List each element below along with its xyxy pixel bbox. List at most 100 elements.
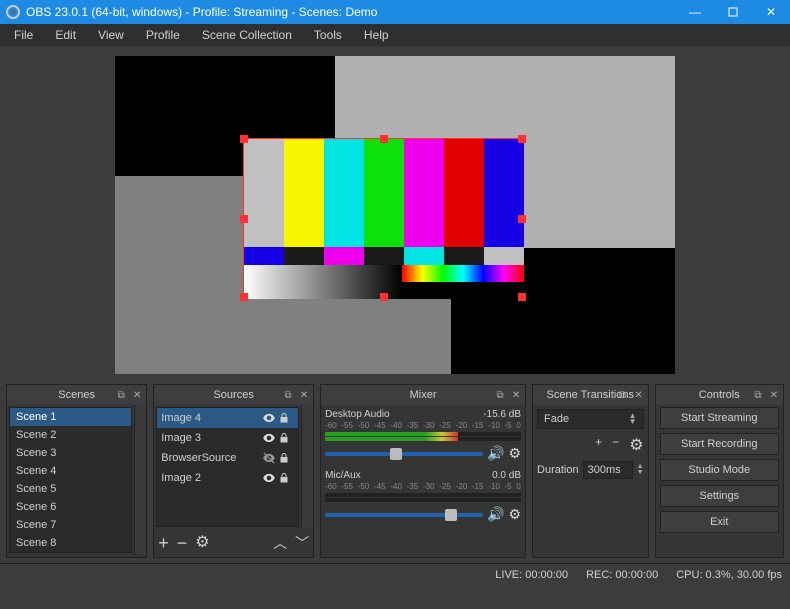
remove-transition-button[interactable]: − bbox=[612, 435, 619, 455]
source-item[interactable]: BrowserSource bbox=[157, 448, 298, 468]
resize-handle[interactable] bbox=[240, 215, 248, 223]
close-panel-icon[interactable]: ✕ bbox=[130, 388, 144, 402]
lock-icon[interactable] bbox=[278, 452, 294, 464]
mixer-channel: Desktop Audio-15.6 dB-60-55-50-45-40-35-… bbox=[325, 409, 521, 462]
controls-panel-header: Controls ⧉ ✕ bbox=[656, 385, 783, 405]
scene-item[interactable]: Scene 2 bbox=[10, 426, 131, 444]
menu-help[interactable]: Help bbox=[354, 26, 399, 44]
menu-profile[interactable]: Profile bbox=[136, 26, 190, 44]
move-up-button[interactable]: ︿ bbox=[273, 536, 287, 550]
scene-item[interactable]: Scene 5 bbox=[10, 480, 131, 498]
scene-item[interactable]: Scene 8 bbox=[10, 534, 131, 552]
gradient-bar bbox=[244, 265, 402, 299]
source-properties-button[interactable]: ⚙ bbox=[195, 535, 209, 551]
scene-item[interactable]: Scene 4 bbox=[10, 462, 131, 480]
menu-tools[interactable]: Tools bbox=[304, 26, 352, 44]
scenes-panel: Scenes ⧉ ✕ Scene 1Scene 2Scene 3Scene 4S… bbox=[6, 384, 147, 558]
resize-handle[interactable] bbox=[380, 135, 388, 143]
sources-list[interactable]: Image 4 Image 3 BrowserSourceImage 2 bbox=[156, 407, 299, 527]
close-panel-icon[interactable]: ✕ bbox=[632, 388, 646, 402]
source-item[interactable]: Image 4 bbox=[157, 408, 298, 428]
undock-icon[interactable]: ⧉ bbox=[616, 388, 630, 402]
eye-icon[interactable] bbox=[262, 411, 278, 425]
transitions-panel: Scene Transitions ⧉ ✕ Fade ▲▼ + − ⚙ Dura… bbox=[532, 384, 649, 558]
undock-icon[interactable]: ⧉ bbox=[281, 388, 295, 402]
remove-source-button[interactable]: − bbox=[177, 534, 188, 552]
menu-edit[interactable]: Edit bbox=[45, 26, 86, 44]
mixer-panel: Mixer ⧉ ✕ Desktop Audio-15.6 dB-60-55-50… bbox=[320, 384, 526, 558]
move-down-button[interactable]: ﹀ bbox=[295, 536, 309, 550]
gear-icon[interactable]: ⚙ bbox=[508, 445, 521, 462]
source-image-4-selection[interactable] bbox=[243, 138, 523, 298]
dock-panels: Scenes ⧉ ✕ Scene 1Scene 2Scene 3Scene 4S… bbox=[0, 384, 790, 558]
lock-icon[interactable] bbox=[278, 412, 294, 424]
duration-label: Duration bbox=[537, 464, 579, 476]
start-streaming-button[interactable]: Start Streaming bbox=[660, 407, 779, 429]
undock-icon[interactable]: ⧉ bbox=[114, 388, 128, 402]
eye-icon[interactable] bbox=[262, 471, 278, 485]
volume-slider[interactable] bbox=[325, 452, 483, 456]
start-recording-button[interactable]: Start Recording bbox=[660, 433, 779, 455]
updown-icon: ▲▼ bbox=[629, 413, 637, 425]
status-cpu: CPU: 0.3%, 30.00 fps bbox=[676, 569, 782, 581]
minimize-button[interactable]: — bbox=[676, 0, 714, 24]
transition-select[interactable]: Fade ▲▼ bbox=[537, 409, 644, 429]
resize-handle[interactable] bbox=[518, 215, 526, 223]
colorbar bbox=[484, 139, 524, 247]
eye-off-icon[interactable] bbox=[262, 451, 278, 465]
source-name: Image 4 bbox=[161, 412, 262, 424]
source-item[interactable]: Image 2 bbox=[157, 468, 298, 488]
close-panel-icon[interactable]: ✕ bbox=[767, 388, 781, 402]
level-meter bbox=[325, 432, 521, 436]
menu-file[interactable]: File bbox=[4, 26, 43, 44]
scene-item[interactable]: Scene 1 bbox=[10, 408, 131, 426]
scenes-list[interactable]: Scene 1Scene 2Scene 3Scene 4Scene 5Scene… bbox=[9, 407, 132, 553]
speaker-icon[interactable]: 🔊 bbox=[487, 445, 504, 462]
close-button[interactable]: ✕ bbox=[752, 0, 790, 24]
studio-mode-button[interactable]: Studio Mode bbox=[660, 459, 779, 481]
preview-canvas[interactable] bbox=[115, 56, 675, 374]
resize-handle[interactable] bbox=[518, 293, 526, 301]
eye-icon[interactable] bbox=[262, 431, 278, 445]
source-item[interactable]: Image 3 bbox=[157, 428, 298, 448]
scrollbar[interactable] bbox=[301, 405, 313, 529]
undock-icon[interactable]: ⧉ bbox=[493, 388, 507, 402]
add-source-button[interactable]: + bbox=[158, 534, 169, 552]
transitions-panel-header: Scene Transitions ⧉ ✕ bbox=[533, 385, 648, 405]
controls-panel: Controls ⧉ ✕ Start Streaming Start Recor… bbox=[655, 384, 784, 558]
volume-slider[interactable] bbox=[325, 513, 483, 517]
menu-scene-collection[interactable]: Scene Collection bbox=[192, 26, 302, 44]
scene-item[interactable]: Scene 7 bbox=[10, 516, 131, 534]
scenes-toolbar: + − ︿ ﹀ bbox=[7, 555, 146, 557]
colorbar bbox=[364, 139, 404, 247]
resize-handle[interactable] bbox=[240, 135, 248, 143]
colorbar bbox=[444, 247, 484, 265]
add-transition-button[interactable]: + bbox=[595, 435, 602, 455]
sources-panel-header: Sources ⧉ ✕ bbox=[154, 385, 313, 405]
lock-icon[interactable] bbox=[278, 472, 294, 484]
exit-button[interactable]: Exit bbox=[660, 511, 779, 533]
maximize-button[interactable] bbox=[714, 0, 752, 24]
resize-handle[interactable] bbox=[380, 293, 388, 301]
transition-properties-button[interactable]: ⚙ bbox=[629, 435, 643, 455]
source-name: Image 3 bbox=[161, 432, 262, 444]
scene-item[interactable]: Scene 3 bbox=[10, 444, 131, 462]
menu-view[interactable]: View bbox=[88, 26, 134, 44]
speaker-icon[interactable]: 🔊 bbox=[487, 506, 504, 523]
settings-button[interactable]: Settings bbox=[660, 485, 779, 507]
resize-handle[interactable] bbox=[240, 293, 248, 301]
close-panel-icon[interactable]: ✕ bbox=[509, 388, 523, 402]
undock-icon[interactable]: ⧉ bbox=[751, 388, 765, 402]
duration-spinner[interactable]: ▲▼ bbox=[637, 464, 644, 476]
scrollbar[interactable] bbox=[134, 405, 146, 555]
lock-icon[interactable] bbox=[278, 432, 294, 444]
window-title: OBS 23.0.1 (64-bit, windows) - Profile: … bbox=[26, 5, 676, 19]
preview-area bbox=[0, 46, 790, 384]
duration-input[interactable] bbox=[583, 461, 633, 479]
close-panel-icon[interactable]: ✕ bbox=[297, 388, 311, 402]
resize-handle[interactable] bbox=[518, 135, 526, 143]
scene-item[interactable]: Scene 6 bbox=[10, 498, 131, 516]
gear-icon[interactable]: ⚙ bbox=[508, 506, 521, 523]
db-ticks: -60-55-50-45-40-35-30-25-20-15-10-50 bbox=[325, 481, 521, 492]
colorbar bbox=[244, 139, 284, 247]
